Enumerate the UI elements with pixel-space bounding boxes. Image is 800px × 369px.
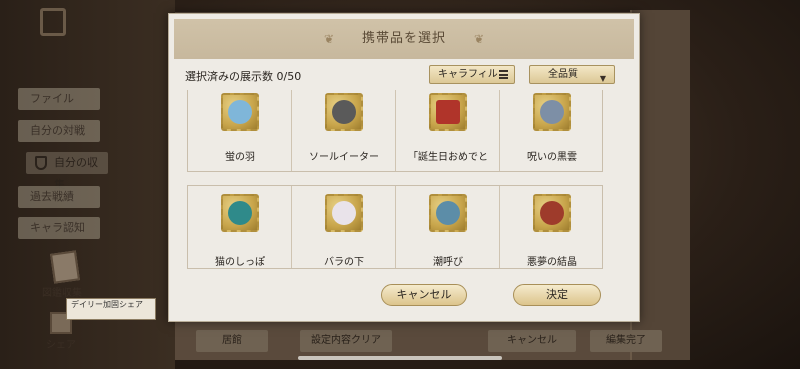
gift-box-icon (436, 100, 460, 124)
scythe-icon (332, 100, 356, 124)
daily-share-tooltip: デイリー加固シェア (66, 298, 156, 320)
crystal-icon (540, 201, 564, 225)
item-stamp (325, 194, 363, 232)
item-stamp (533, 194, 571, 232)
item-stamp (429, 93, 467, 131)
item-name: 「誕生日おめでと (408, 152, 488, 163)
list-icon (499, 70, 508, 79)
item-name: 蛍の羽 (225, 152, 255, 163)
back-icon[interactable] (40, 8, 66, 36)
selected-count: 選択済みの展示数 0/50 (185, 70, 302, 83)
modal-header: ❦ 携帯品を選択 ❦ (174, 19, 634, 59)
menu-item-my-battles[interactable]: 自分の対戦 (18, 120, 100, 142)
item-stamp (221, 194, 259, 232)
item-card[interactable]: ソールイーター (292, 90, 396, 171)
orb-icon (540, 100, 564, 124)
character-filter-button[interactable]: キャラフィル (429, 65, 515, 84)
home-button[interactable]: 居館 (196, 330, 268, 352)
quality-dropdown-label: 全品質 (548, 69, 578, 80)
item-grid[interactable]: 蛍の羽 ソールイーター 「誕生日おめでと 呪いの黒雲 猫のしっぽ バラの下 潮呼… (187, 90, 623, 278)
menu-item-character-recognition[interactable]: キャラ認知 (18, 217, 100, 239)
quality-dropdown[interactable]: 全品質 ▼ (529, 65, 615, 84)
item-row: 猫のしっぽ バラの下 潮呼び 悪夢の結晶 (187, 185, 603, 269)
book-icon[interactable] (50, 250, 80, 284)
rose-icon (332, 201, 356, 225)
confirm-button[interactable]: 決定 (513, 284, 601, 306)
cancel-button[interactable]: キャンセル (381, 284, 467, 306)
item-card[interactable]: バラの下 (292, 186, 396, 268)
cat-tail-icon (228, 201, 252, 225)
item-row: 蛍の羽 ソールイーター 「誕生日おめでと 呪いの黒雲 (187, 90, 603, 172)
item-card[interactable]: 呪いの黒雲 (500, 90, 604, 171)
item-card[interactable]: 「誕生日おめでと (396, 90, 500, 171)
share-label: シェア (46, 340, 76, 351)
select-item-modal: ❦ 携帯品を選択 ❦ 選択済みの展示数 0/50 キャラフィル 全品質 ▼ 蛍の… (168, 13, 640, 322)
item-stamp (533, 93, 571, 131)
home-indicator[interactable] (298, 356, 502, 360)
item-name: バラの下 (324, 257, 364, 268)
item-stamp (221, 93, 259, 131)
menu-item-file[interactable]: ファイル (18, 88, 100, 110)
item-name: ソールイーター (309, 152, 379, 163)
clear-settings-button[interactable]: 設定内容クリア (300, 330, 392, 352)
tide-staff-icon (436, 201, 460, 225)
shield-icon (35, 156, 47, 170)
leaf-ornament-icon: ❦ (474, 32, 485, 46)
character-filter-label: キャラフィル (438, 69, 498, 80)
book-label: 図鑑収集 (42, 288, 82, 299)
item-name: 猫のしっぽ (215, 257, 265, 268)
item-name: 悪夢の結晶 (527, 257, 577, 268)
chevron-down-icon: ▼ (599, 74, 606, 83)
modal-title: 携帯品を選択 (361, 31, 446, 46)
item-card[interactable]: 猫のしっぽ (188, 186, 292, 268)
item-card[interactable]: 潮呼び (396, 186, 500, 268)
item-card[interactable]: 悪夢の結晶 (500, 186, 604, 268)
item-card[interactable]: 蛍の羽 (188, 90, 292, 171)
menu-item-past-records[interactable]: 過去戦績 (18, 186, 100, 208)
bg-cancel-button[interactable]: キャンセル (488, 330, 576, 352)
item-stamp (325, 93, 363, 131)
item-name: 潮呼び (433, 257, 463, 268)
leaf-ornament-icon: ❦ (324, 32, 335, 46)
menu-item-my-collection[interactable]: 自分の収集 (26, 152, 108, 191)
item-stamp (429, 194, 467, 232)
edit-done-button[interactable]: 編集完了 (590, 330, 662, 352)
item-name: 呪いの黒雲 (527, 152, 577, 163)
butterfly-wing-icon (228, 100, 252, 124)
